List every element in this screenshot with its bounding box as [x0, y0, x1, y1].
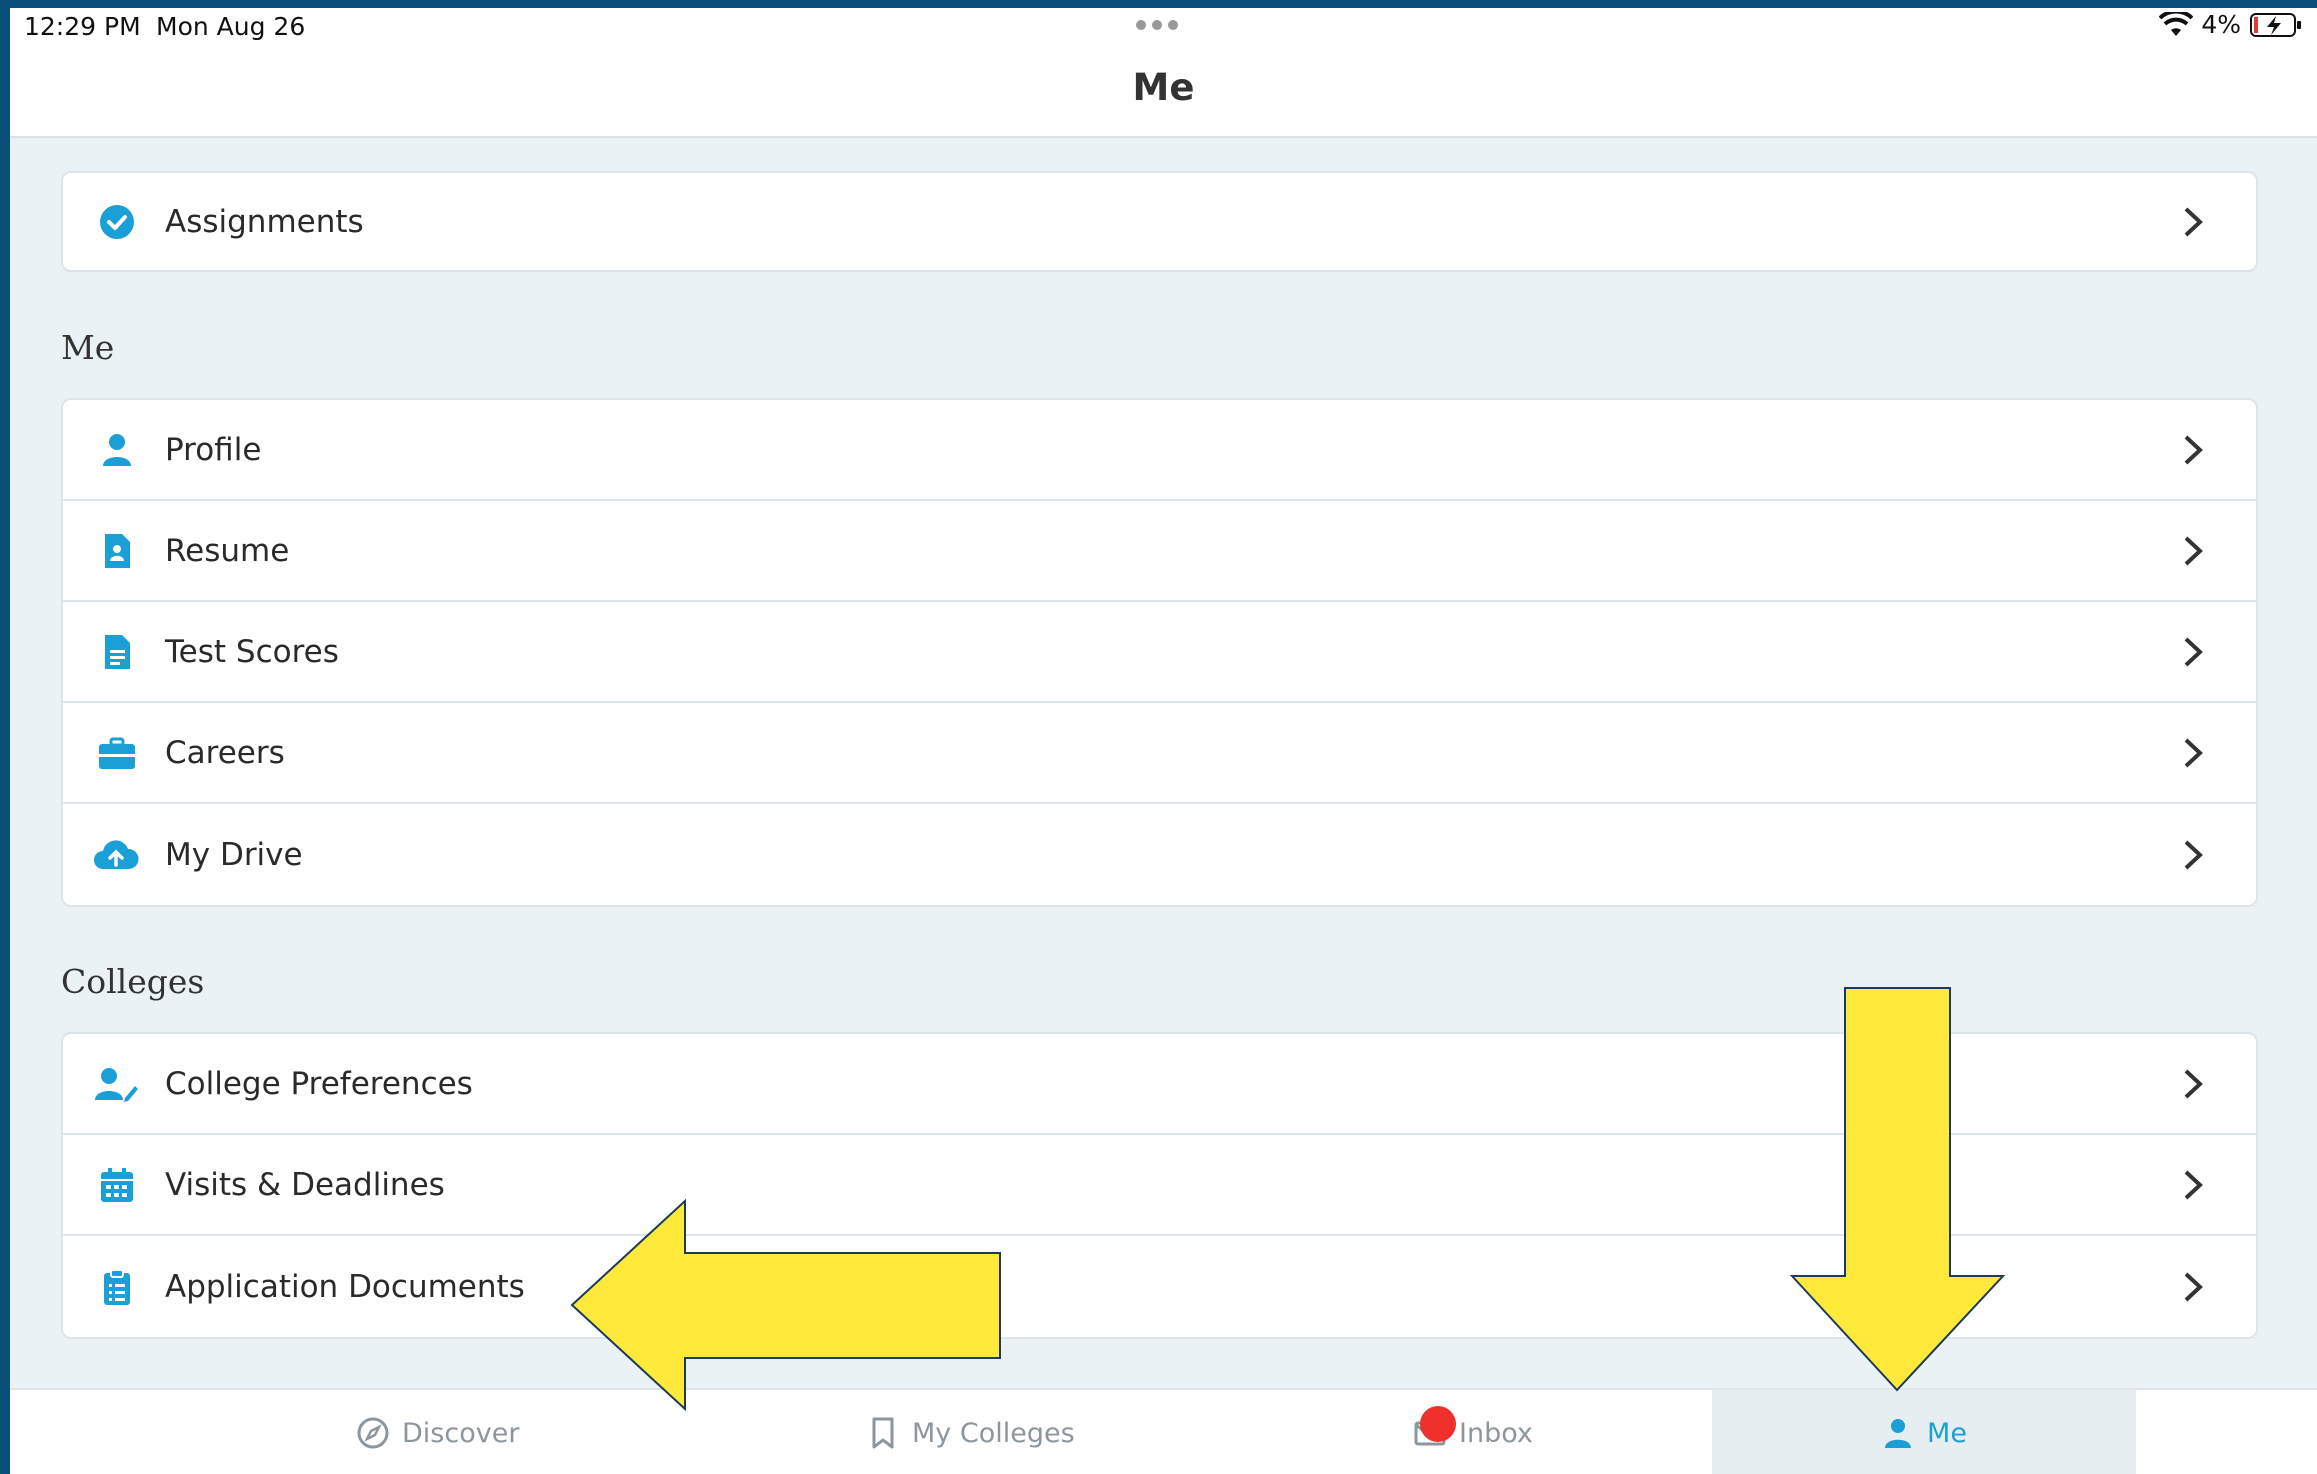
assignments-label: Assignments [165, 203, 364, 240]
me-card: Profile Resume Test Scores Careers My Dr… [61, 398, 2258, 907]
chevron-right-icon [2184, 637, 2203, 666]
user-edit-icon [95, 1067, 138, 1102]
down-arrow-annotation [1790, 987, 2006, 1392]
menu-item-label: Visits & Deadlines [165, 1166, 445, 1203]
page-title: Me [1132, 66, 1195, 109]
menu-item-label: Profile [165, 431, 262, 468]
compass-icon [357, 1417, 389, 1449]
chevron-right-icon [2184, 1272, 2203, 1301]
status-time: 12:29 PM [24, 12, 141, 41]
chevron-right-icon [2184, 536, 2203, 565]
menu-item-label: Resume [165, 532, 290, 569]
check-circle-icon [100, 204, 134, 239]
chevron-right-icon [2184, 1170, 2203, 1199]
resume-icon [105, 533, 130, 568]
menu-item-resume[interactable]: Resume [63, 501, 2256, 602]
menu-item-label: Careers [165, 734, 285, 771]
battery-charging-icon [2250, 12, 2301, 37]
assignments-card: Assignments [61, 171, 2258, 272]
top-bar: 12:29 PM Mon Aug 26 4% Me [10, 8, 2317, 138]
multitask-dots-icon[interactable] [1136, 20, 1178, 30]
menu-item-label: College Preferences [165, 1065, 473, 1102]
chevron-right-icon [2184, 1069, 2203, 1098]
chevron-right-icon [2184, 738, 2203, 767]
person-icon [103, 433, 131, 466]
clipboard-icon [104, 1268, 130, 1305]
briefcase-icon [99, 737, 135, 769]
app-screen: 12:29 PM Mon Aug 26 4% Me Assignments Me… [10, 8, 2317, 1474]
bookmark-icon [872, 1417, 894, 1449]
left-arrow-annotation [570, 1198, 1001, 1412]
menu-item-label: Test Scores [165, 633, 339, 670]
wifi-icon [2159, 11, 2194, 36]
tab-discover[interactable]: Discover [356, 1390, 519, 1474]
status-indicators: 4% [2159, 10, 2303, 39]
menu-item-label: Application Documents [165, 1268, 525, 1305]
person-icon [1885, 1419, 1912, 1448]
tab-label: Discover [402, 1417, 520, 1449]
notification-badge [1420, 1406, 1456, 1442]
tab-bar: Discover My Colleges Inbox Me [10, 1388, 2317, 1474]
chevron-right-icon [2184, 840, 2203, 869]
section-title-colleges: Colleges [61, 962, 205, 1001]
tab-label: Inbox [1459, 1417, 1533, 1449]
menu-item-careers[interactable]: Careers [63, 703, 2256, 804]
menu-item-label: My Drive [165, 836, 303, 873]
calendar-icon [101, 1167, 133, 1202]
assignments-row[interactable]: Assignments [63, 173, 2256, 270]
document-icon [105, 634, 130, 669]
chevron-right-icon [2184, 207, 2203, 236]
tab-label: My Colleges [912, 1417, 1075, 1449]
chevron-right-icon [2184, 435, 2203, 464]
menu-item-test-scores[interactable]: Test Scores [63, 602, 2256, 703]
menu-item-profile[interactable]: Profile [63, 400, 2256, 501]
tab-me[interactable]: Me [1712, 1390, 2136, 1474]
section-title-me: Me [61, 328, 115, 367]
battery-percent: 4% [2201, 10, 2241, 39]
tab-label: Me [1927, 1417, 1967, 1449]
menu-item-my-drive[interactable]: My Drive [63, 804, 2256, 905]
cloud-upload-icon [94, 839, 139, 869]
status-date: Mon Aug 26 [156, 12, 306, 41]
